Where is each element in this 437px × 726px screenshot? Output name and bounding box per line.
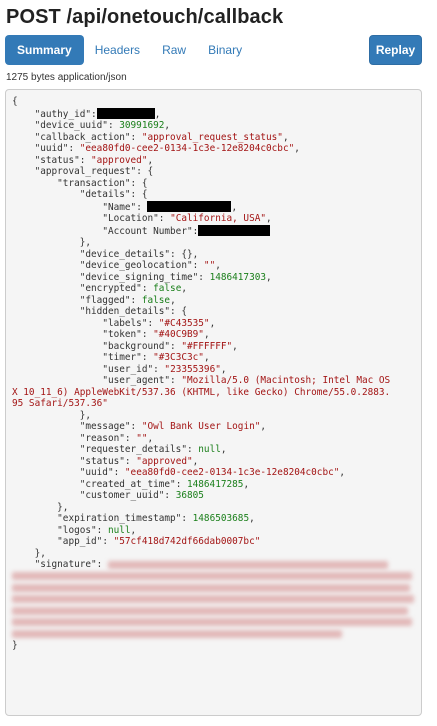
blurred-signature (12, 618, 412, 626)
blurred-signature (107, 560, 388, 569)
tab-raw[interactable]: Raw (151, 35, 197, 65)
tab-headers[interactable]: Headers (84, 35, 151, 65)
blurred-signature (12, 595, 414, 603)
blurred-signature (12, 606, 408, 615)
tab-summary[interactable]: Summary (5, 35, 84, 65)
page-title: POST /api/onetouch/callback (6, 6, 284, 28)
blurred-signature (12, 572, 412, 580)
request-meta: 1275 bytes application/json (6, 72, 127, 83)
blurred-signature (12, 583, 410, 592)
redacted-name (147, 200, 232, 212)
tab-bar: Summary Headers Raw Binary (5, 35, 253, 65)
blurred-signature (12, 629, 342, 638)
replay-button[interactable]: Replay (369, 35, 422, 65)
tab-binary[interactable]: Binary (197, 35, 253, 65)
redacted-authy-id (96, 107, 155, 119)
json-body-panel[interactable]: { "authy_id":, "device_uuid": 30991692, … (5, 89, 422, 716)
redacted-account-number (198, 224, 271, 236)
json-body-code: { "authy_id":, "device_uuid": 30991692, … (6, 90, 421, 651)
